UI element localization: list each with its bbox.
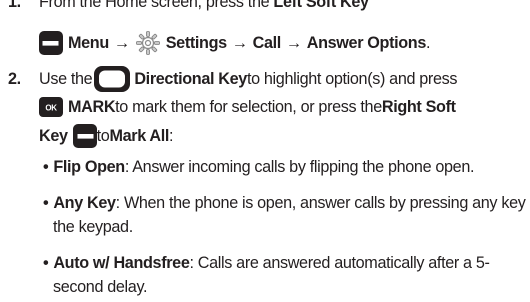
step2-use-text: Use the <box>39 70 93 88</box>
mark-label: MARK <box>68 98 116 116</box>
bullet-title: Any Key <box>53 194 116 212</box>
step2-line2: OK MARK to mark them for selection, or p… <box>39 96 456 118</box>
ok-key-icon: OK <box>39 97 63 117</box>
step1-line2: Menu → Settings → Call → Answer Options … <box>39 31 431 55</box>
settings-icon <box>135 31 160 55</box>
bullet-item: • Auto w/ Handsfree: Calls are answered a… <box>43 254 490 272</box>
step1-number: 1. <box>8 0 21 11</box>
menu-label: Menu <box>68 34 109 52</box>
instruction-page: 1. From the Home screen, press the Left … <box>0 0 530 302</box>
left-soft-key-label: Left Soft Key <box>273 0 369 11</box>
arrow-1: → <box>113 34 130 52</box>
right-soft-label: Right Soft <box>381 98 456 116</box>
svg-text:OK: OK <box>45 104 57 113</box>
mark-all-label: Mark All <box>109 127 170 145</box>
bullet-item: • Flip Open: Answer incoming calls by fli… <box>43 158 475 176</box>
step2-line3: Key to Mark All: <box>39 124 174 148</box>
bullet-item: • Any Key: When the phone is open, answer… <box>43 194 530 212</box>
bullet-continuation: second delay. <box>53 278 148 296</box>
answer-options-label: Answer Options <box>306 34 427 52</box>
left-soft-key-icon <box>39 31 63 55</box>
step1-text: From the Home screen, press the <box>39 0 274 11</box>
bullet-title: Auto w/ Handsfree <box>53 254 190 272</box>
arrow-3: → <box>285 34 302 52</box>
settings-label: Settings <box>165 34 227 52</box>
bullet-glyph: • <box>43 254 49 272</box>
step2-number: 2. <box>8 70 21 88</box>
directional-key-label: Directional Key <box>134 70 247 88</box>
bullet-glyph: • <box>43 194 49 212</box>
right-soft-key-icon <box>72 124 97 148</box>
bullet-glyph: • <box>43 158 49 176</box>
call-label: Call <box>252 34 282 52</box>
bullet-continuation: the keypad. <box>53 218 133 236</box>
directional-key-icon <box>94 66 131 92</box>
bullet-title: Flip Open <box>53 158 125 176</box>
key-label: Key <box>39 127 68 145</box>
arrow-2: → <box>231 34 248 52</box>
